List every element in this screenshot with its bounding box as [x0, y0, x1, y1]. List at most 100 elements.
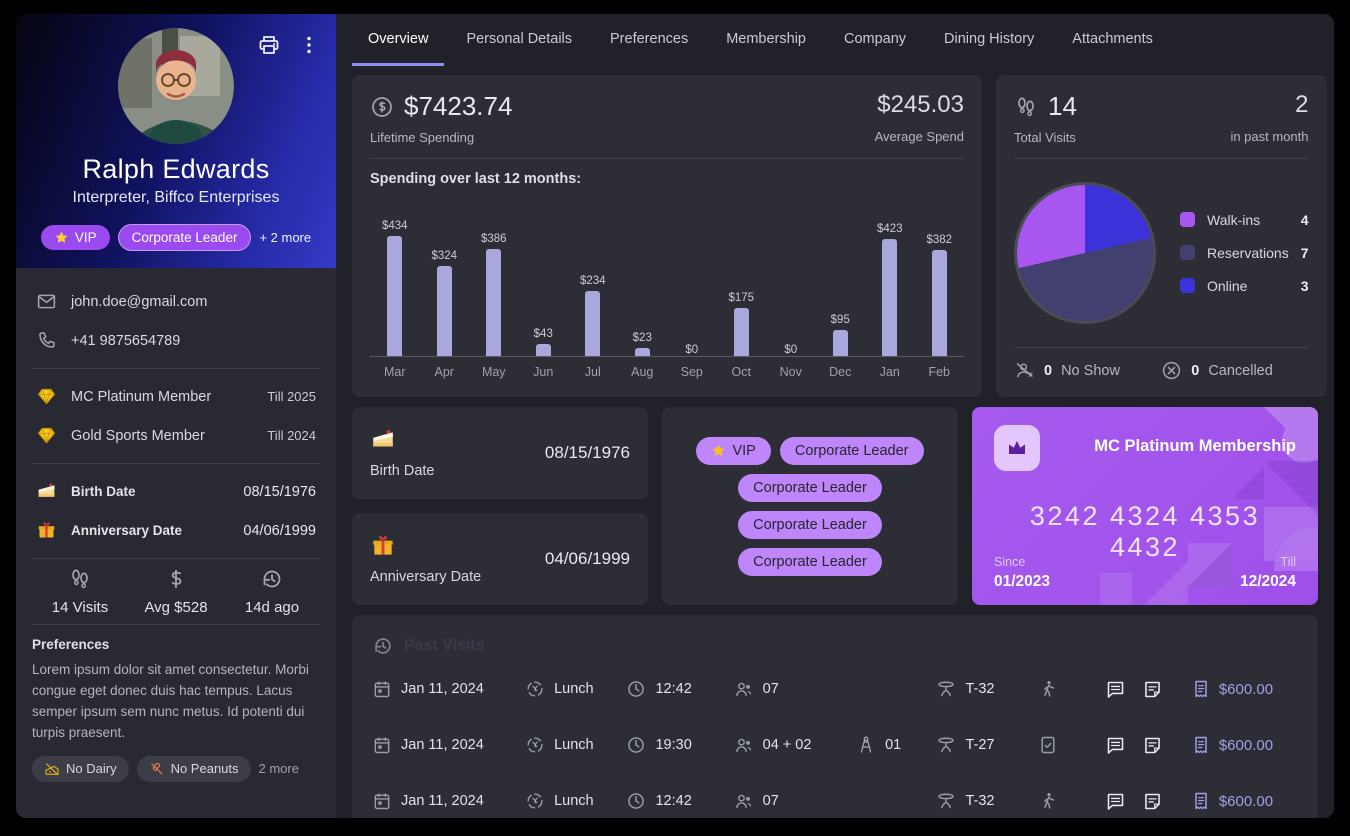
- note-icon[interactable]: [1142, 679, 1163, 700]
- gift-icon: [370, 533, 396, 559]
- month-label: Oct: [717, 365, 767, 379]
- history-icon: [260, 567, 284, 591]
- bar-value-label: $95: [831, 314, 850, 326]
- month-label: Dec: [816, 365, 866, 379]
- membership-title: MC Platinum Membership: [1094, 437, 1296, 456]
- total-visits-label: Total Visits: [1014, 130, 1077, 145]
- high-chair-icon: [856, 735, 876, 755]
- bar: [437, 266, 452, 356]
- tab-dining-history[interactable]: Dining History: [928, 14, 1050, 66]
- tags-card: VIP Corporate Leader Corporate Leader Co…: [662, 407, 958, 605]
- no-peanuts-chip: No Peanuts: [137, 756, 251, 782]
- since-value: 01/2023: [994, 573, 1050, 591]
- profile-header: Ralph Edwards Interpreter, Biffco Enterp…: [16, 14, 336, 268]
- bar-value-label: $175: [728, 292, 754, 304]
- more-preferences-link[interactable]: 2 more: [259, 761, 299, 776]
- comment-icon[interactable]: [1105, 679, 1126, 700]
- till-label: Till: [1280, 555, 1296, 569]
- bar-column: $386: [469, 233, 519, 356]
- pie-legend: Walk-ins 4 Reservations 7 Online: [1180, 212, 1309, 294]
- visits-card: 14 Total Visits 2 in past month: [996, 75, 1327, 397]
- bar-value-label: $43: [534, 328, 553, 340]
- legend-swatch: [1180, 245, 1195, 260]
- bar-value-label: $324: [431, 250, 457, 262]
- bar-column: $0: [667, 344, 717, 356]
- tab-company[interactable]: Company: [828, 14, 922, 66]
- bar-value-label: $234: [580, 275, 606, 287]
- lifetime-spending-value: $7423.74: [404, 91, 512, 122]
- divider: [32, 624, 320, 625]
- visit-row[interactable]: Jan 11, 2024 Lunch 12:42 07 T-32 $600.00: [372, 661, 1298, 717]
- profile-job-title: Interpreter, Biffco Enterprises: [16, 189, 336, 207]
- total-visits-value: 14: [1048, 91, 1077, 122]
- more-badges-link[interactable]: + 2 more: [259, 230, 311, 245]
- profile-details: john.doe@gmail.com +41 9875654789 MC Pla…: [16, 268, 336, 818]
- bar: [734, 308, 749, 356]
- bar: [932, 250, 947, 356]
- star-icon: [54, 230, 69, 245]
- tab-attachments[interactable]: Attachments: [1056, 14, 1169, 66]
- bar-chart-month-labels: MarAprMayJunJulAugSepOctNovDecJanFeb: [370, 365, 964, 379]
- print-button[interactable]: [256, 32, 282, 58]
- stat-average-spend: Avg $528: [128, 567, 224, 616]
- membership-label: MC Platinum Member: [71, 389, 253, 405]
- tab-personal-details[interactable]: Personal Details: [450, 14, 588, 66]
- bar-value-label: $386: [481, 233, 507, 245]
- bar-column: $95: [816, 314, 866, 356]
- phone-value: +41 9875654789: [71, 333, 316, 349]
- no-dairy-chip: No Dairy: [32, 756, 129, 782]
- profile-name: Ralph Edwards: [16, 154, 336, 185]
- bar-column: $234: [568, 275, 618, 356]
- membership-number: 3242 4324 4353 4432: [994, 501, 1296, 563]
- anniversary-date-card: Anniversary Date 04/06/1999: [352, 513, 648, 605]
- footprints-icon: [68, 567, 92, 591]
- month-label: Jun: [519, 365, 569, 379]
- footprints-icon: [1014, 95, 1038, 119]
- since-label: Since: [994, 555, 1050, 569]
- birth-date-label: Birth Date: [71, 484, 229, 499]
- table-icon: [936, 679, 956, 699]
- receipt-icon: [1191, 679, 1211, 699]
- visit-types-pie-chart: [1014, 182, 1156, 324]
- guests-icon: [734, 791, 754, 811]
- overview-content: $7423.74 Lifetime Spending $245.03 Avera…: [336, 66, 1334, 818]
- corporate-leader-tag: Corporate Leader: [738, 548, 882, 576]
- app-window: Ralph Edwards Interpreter, Biffco Enterp…: [16, 14, 1334, 818]
- recent-visits-value: 2: [1295, 91, 1308, 119]
- divider: [32, 558, 320, 559]
- tab-preferences[interactable]: Preferences: [594, 14, 704, 66]
- reservation-confirmed-icon: [1038, 735, 1058, 755]
- clock-icon: [626, 735, 646, 755]
- corporate-leader-tag: Corporate Leader: [780, 437, 924, 465]
- birth-date-row: Birth Date 08/15/1976: [32, 472, 320, 511]
- avatar: [118, 28, 234, 144]
- no-dairy-icon: [44, 761, 60, 777]
- tab-membership[interactable]: Membership: [710, 14, 822, 66]
- visit-row[interactable]: Jan 11, 2024 Lunch 12:42 07 T-32 $600.00: [372, 773, 1298, 818]
- anniversary-row: Anniversary Date 04/06/1999: [32, 511, 320, 550]
- comment-icon[interactable]: [1105, 735, 1126, 756]
- corporate-leader-tag: Corporate Leader: [738, 474, 882, 502]
- bar-column: $324: [420, 250, 470, 356]
- note-icon[interactable]: [1142, 791, 1163, 812]
- anniversary-date-label: Anniversary Date: [370, 569, 481, 585]
- quick-stats: 14 Visits Avg $528 14d ago: [32, 567, 320, 616]
- visit-row[interactable]: Jan 11, 2024 Lunch 19:30 04 + 02 01 T-27…: [372, 717, 1298, 773]
- no-peanuts-icon: [149, 761, 165, 777]
- comment-icon[interactable]: [1105, 791, 1126, 812]
- birth-date-value: 08/15/1976: [243, 484, 316, 500]
- legend-swatch: [1180, 212, 1195, 227]
- mail-icon: [36, 291, 57, 312]
- bar-value-label: $23: [633, 332, 652, 344]
- tab-overview[interactable]: Overview: [352, 14, 444, 66]
- preferences-heading: Preferences: [32, 637, 320, 652]
- corporate-leader-badge: Corporate Leader: [118, 224, 252, 251]
- note-icon[interactable]: [1142, 735, 1163, 756]
- more-options-button[interactable]: [296, 32, 322, 58]
- clock-icon: [626, 791, 646, 811]
- month-label: Sep: [667, 365, 717, 379]
- membership-row: MC Platinum Member Till 2025: [32, 377, 320, 416]
- anniversary-date-value: 04/06/1999: [545, 549, 630, 569]
- phone-icon: [36, 330, 57, 351]
- past-visits-title: Past Visits: [404, 637, 485, 655]
